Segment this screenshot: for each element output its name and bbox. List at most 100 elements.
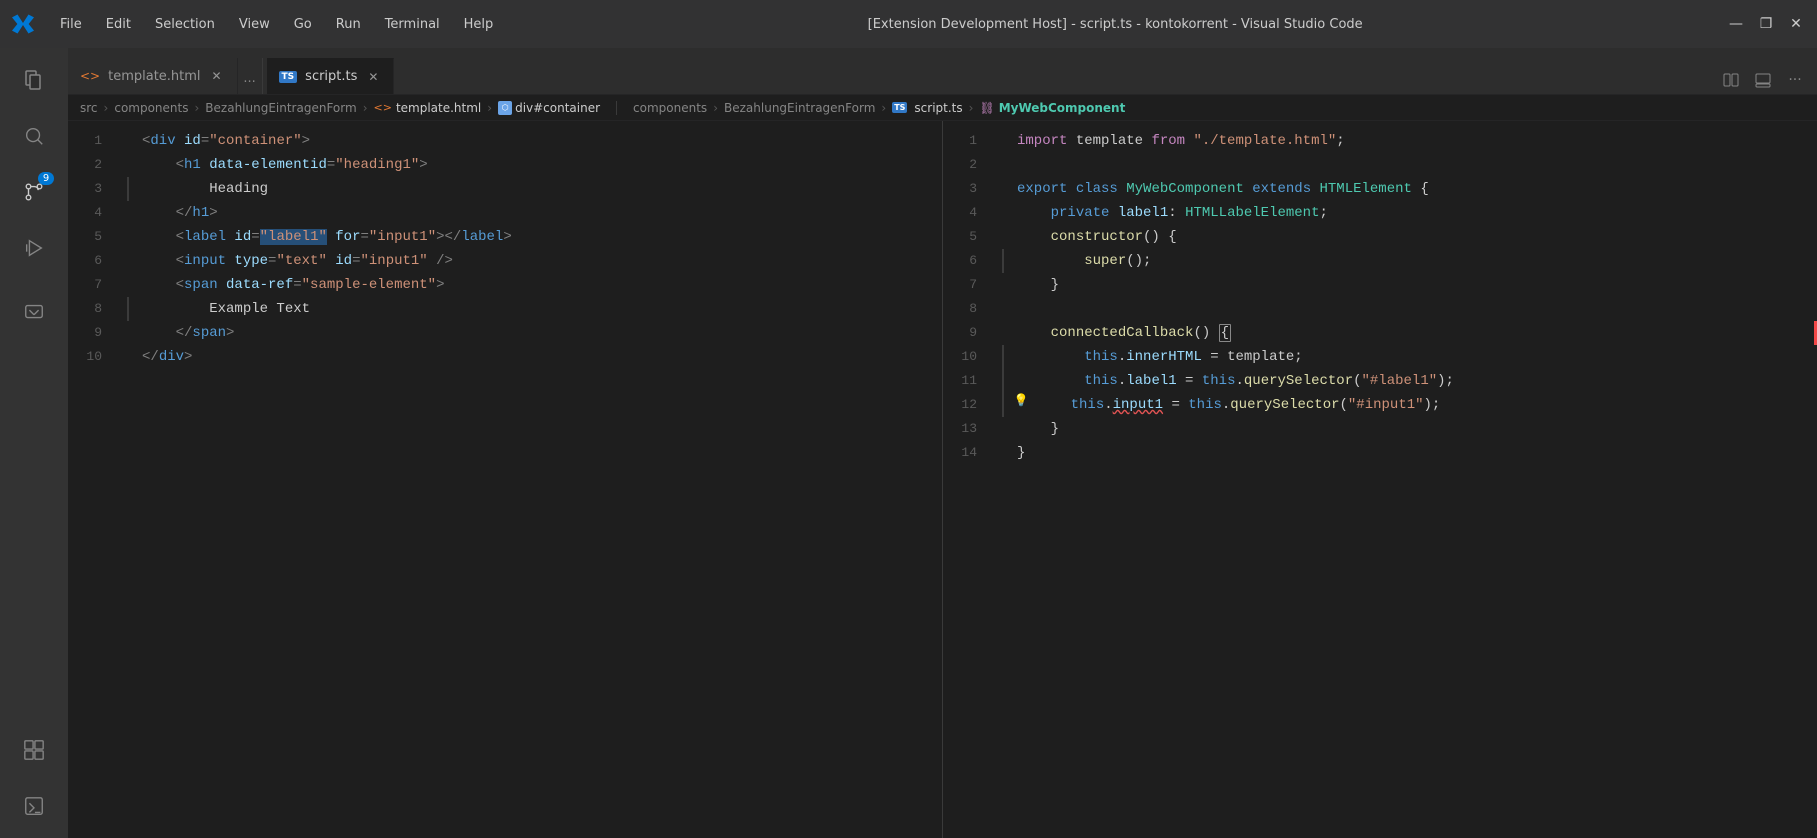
line-gutter	[993, 249, 1013, 273]
menu-go[interactable]: Go	[284, 13, 322, 36]
code-line: 1 import template from "./template.html"…	[943, 129, 1817, 153]
menu-edit[interactable]: Edit	[96, 13, 141, 36]
line-number: 4	[943, 201, 993, 225]
code-line: 5 <label id="label1" for="input1"></labe…	[68, 225, 942, 249]
line-number: 11	[943, 369, 993, 393]
line-number: 13	[943, 417, 993, 441]
line-content: <label id="label1" for="input1"></label>	[138, 225, 942, 249]
line-content: </div>	[138, 345, 942, 369]
line-content: this.input1 = this.querySelector("#input…	[1033, 393, 1817, 417]
line-content: <h1 data-elementid="heading1">	[138, 153, 942, 177]
line-content: private label1: HTMLLabelElement;	[1013, 201, 1817, 225]
breadcrumb: src › components › BezahlungEintragenFor…	[68, 95, 1817, 121]
extensions-icon[interactable]	[10, 726, 58, 774]
code-line: 7 }	[943, 273, 1817, 297]
ts-file-icon: TS	[279, 71, 298, 83]
line-content: import template from "./template.html";	[1013, 129, 1817, 153]
breadcrumb-mywebcomponent[interactable]: MyWebComponent	[999, 101, 1126, 115]
breadcrumb-template[interactable]: template.html	[396, 101, 481, 115]
line-number: 2	[943, 153, 993, 177]
more-actions-button[interactable]: ···	[1781, 66, 1809, 94]
code-line: 12 💡 this.input1 = this.querySelector("#…	[943, 393, 1817, 417]
line-number: 10	[943, 345, 993, 369]
tab-close-template[interactable]: ✕	[209, 68, 225, 84]
menu-help[interactable]: Help	[454, 13, 504, 36]
menu-terminal[interactable]: Terminal	[375, 13, 450, 36]
toggle-panel-button[interactable]	[1749, 66, 1777, 94]
explorer-icon[interactable]	[10, 56, 58, 104]
menu-file[interactable]: File	[50, 13, 92, 36]
line-number: 1	[68, 129, 118, 153]
search-icon[interactable]	[10, 112, 58, 160]
breadcrumb-sep-4: ›	[487, 101, 492, 115]
menu-view[interactable]: View	[229, 13, 280, 36]
breadcrumb-sep-1: ›	[104, 101, 109, 115]
split-editor-button[interactable]	[1717, 66, 1745, 94]
html-file-icon: <>	[80, 69, 100, 83]
code-content-right[interactable]: 1 import template from "./template.html"…	[943, 121, 1817, 838]
code-line: 10 this.innerHTML = template;	[943, 345, 1817, 369]
editors-split: 1 <div id="container"> 2 <h1 data-elemen…	[68, 121, 1817, 838]
titlebar-menu: File Edit Selection View Go Run Terminal…	[50, 13, 503, 36]
app-body: 9	[0, 48, 1817, 838]
close-button[interactable]: ✕	[1787, 15, 1805, 33]
tab-template-html[interactable]: <> template.html ✕	[68, 58, 238, 94]
menu-run[interactable]: Run	[326, 13, 371, 36]
breadcrumb-html-icon: <>	[374, 101, 392, 114]
line-content: connectedCallback() {	[1013, 321, 1817, 345]
editor-left: 1 <div id="container"> 2 <h1 data-elemen…	[68, 121, 942, 838]
line-content: this.innerHTML = template;	[1013, 345, 1817, 369]
breadcrumb-r-sep-2: ›	[881, 101, 886, 115]
editor-right: 1 import template from "./template.html"…	[942, 121, 1817, 838]
breadcrumb-container[interactable]: div#container	[515, 101, 600, 115]
run-debug-icon[interactable]	[10, 224, 58, 272]
code-line: 9 </span>	[68, 321, 942, 345]
source-control-icon[interactable]: 9	[10, 168, 58, 216]
line-number: 8	[943, 297, 993, 321]
tab-overflow-button[interactable]: ···	[242, 75, 258, 94]
line-gutter	[993, 393, 1013, 417]
tab-script-ts[interactable]: TS script.ts ✕	[267, 58, 395, 94]
breadcrumb-div-icon-group: ⬡ div#container	[498, 101, 600, 115]
breadcrumb-components[interactable]: components	[114, 101, 188, 115]
line-number: 8	[68, 297, 118, 321]
maximize-button[interactable]: ❐	[1757, 15, 1775, 33]
lightbulb-icon[interactable]: 💡	[1013, 393, 1029, 409]
remote-icon[interactable]	[10, 288, 58, 336]
tab-right-actions: ···	[1709, 66, 1817, 94]
line-number: 7	[943, 273, 993, 297]
terminal-icon[interactable]	[10, 782, 58, 830]
line-number: 9	[68, 321, 118, 345]
line-gutter	[118, 297, 138, 321]
code-line: 8	[943, 297, 1817, 321]
line-content: }	[1013, 441, 1817, 465]
breadcrumb-sep-3: ›	[363, 101, 368, 115]
code-line: 4 private label1: HTMLLabelElement;	[943, 201, 1817, 225]
code-line: 13 }	[943, 417, 1817, 441]
code-line: 1 <div id="container">	[68, 129, 942, 153]
code-line: 4 </h1>	[68, 201, 942, 225]
breadcrumb-script[interactable]: script.ts	[914, 101, 962, 115]
line-content: constructor() {	[1013, 225, 1817, 249]
breadcrumb-r-components[interactable]: components	[633, 101, 707, 115]
code-line: 10 </div>	[68, 345, 942, 369]
source-control-badge: 9	[38, 172, 54, 185]
line-number: 3	[68, 177, 118, 201]
code-content-left[interactable]: 1 <div id="container"> 2 <h1 data-elemen…	[68, 121, 942, 838]
line-content: </h1>	[138, 201, 942, 225]
breadcrumb-src[interactable]: src	[80, 101, 98, 115]
line-number: 14	[943, 441, 993, 465]
breadcrumb-r-sep-1: ›	[713, 101, 718, 115]
breadcrumb-r-form[interactable]: BezahlungEintragenForm	[724, 101, 875, 115]
code-line: 6 <input type="text" id="input1" />	[68, 249, 942, 273]
minimize-button[interactable]: —	[1727, 15, 1745, 33]
tab-close-script[interactable]: ✕	[365, 69, 381, 85]
tab-bar: <> template.html ✕ ··· TS script.ts ✕	[68, 48, 1817, 95]
menu-selection[interactable]: Selection	[145, 13, 225, 36]
code-line: 14 }	[943, 441, 1817, 465]
line-number: 5	[68, 225, 118, 249]
line-content: Heading	[138, 177, 942, 201]
line-gutter	[993, 369, 1013, 393]
window-controls: — ❐ ✕	[1727, 15, 1805, 33]
breadcrumb-form[interactable]: BezahlungEintragenForm	[205, 101, 356, 115]
